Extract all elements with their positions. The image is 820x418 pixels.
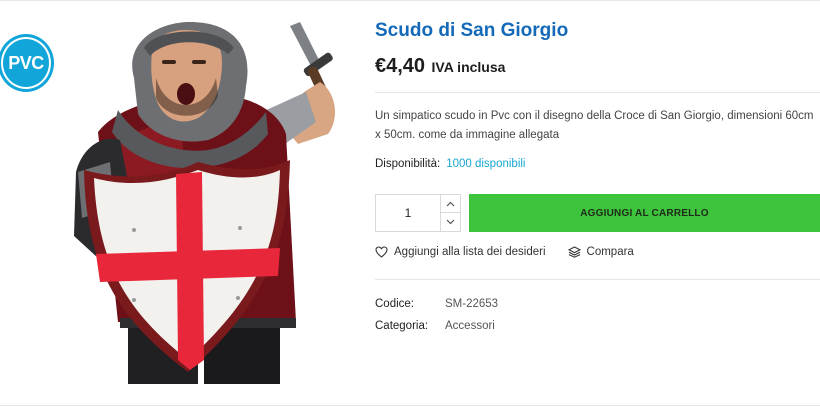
chevron-down-icon[interactable] [441, 213, 460, 231]
wishlist-label: Aggiungi alla lista dei desideri [394, 246, 546, 258]
availability: Disponibilità: 1000 disponibili [375, 158, 526, 170]
quantity-input[interactable]: 1 [376, 195, 440, 231]
layers-icon [567, 246, 581, 258]
product-price: €4,40 [375, 55, 426, 77]
product-actions: Aggiungi alla lista dei desideri Compara [375, 246, 634, 258]
top-divider [0, 0, 820, 1]
compare-label: Compara [586, 246, 634, 258]
product-description: Un simpatico scudo in Pvc con il disegno… [375, 110, 814, 141]
product-title: Scudo di San Giorgio [375, 20, 569, 41]
chevron-up-icon[interactable] [441, 195, 460, 213]
bottom-divider [0, 405, 820, 406]
wishlist-link[interactable]: Aggiungi alla lista dei desideri [375, 246, 546, 258]
category-label: Categoria: [375, 320, 429, 332]
quantity-steps [440, 195, 460, 231]
add-to-cart-button[interactable]: AGGIUNGI AL CARRELLO [469, 194, 820, 232]
knight-shield-photo [74, 22, 335, 384]
compare-link[interactable]: Compara [567, 246, 634, 258]
sku-row: Codice: SM-22653 [375, 298, 498, 310]
divider [375, 279, 820, 280]
category-link[interactable]: Accessori [445, 320, 495, 332]
product-image[interactable] [58, 22, 340, 384]
price-row: €4,40 IVA inclusa [375, 55, 505, 78]
sku-value: SM-22653 [445, 298, 499, 310]
category-row: Categoria: Accessori [375, 320, 495, 332]
sku-label: Codice: [375, 298, 414, 310]
availability-label: Disponibilità: [375, 158, 441, 170]
availability-value: 1000 disponibili [446, 158, 526, 170]
quantity-stepper[interactable]: 1 [375, 194, 461, 232]
divider [375, 92, 820, 93]
pvc-badge: PVC [0, 34, 54, 92]
pvc-badge-label: PVC [3, 39, 49, 87]
heart-icon [375, 246, 388, 258]
tax-note: IVA inclusa [431, 59, 506, 75]
